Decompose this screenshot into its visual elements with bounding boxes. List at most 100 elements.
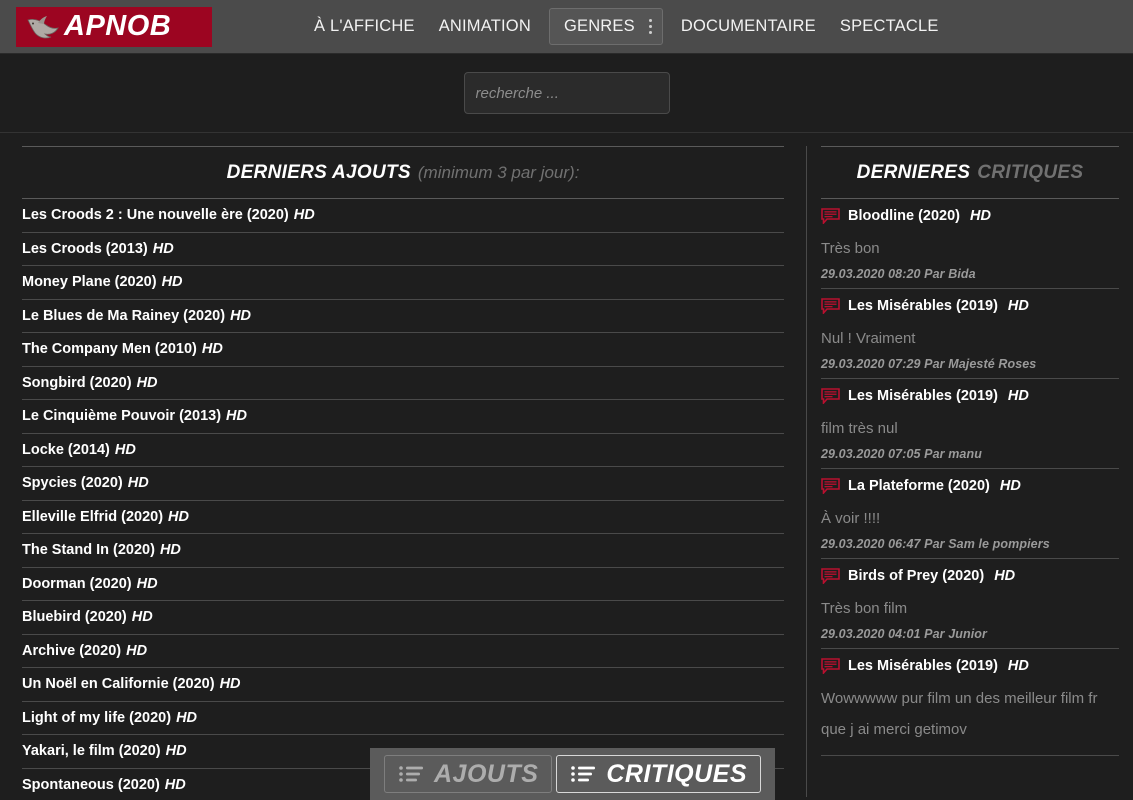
brand-logo[interactable]: APNOB bbox=[16, 6, 212, 47]
review-meta-text: 29.03.2020 07:29 Par Majesté Roses bbox=[821, 357, 1037, 371]
review-list-item[interactable]: Les Misérables (2019) HD Nul ! Vraiment 29.… bbox=[821, 289, 1119, 379]
comment-bubble-icon bbox=[821, 478, 840, 494]
review-meta-text: 29.03.2020 04:01 Par Junior bbox=[821, 627, 987, 641]
quality-badge: HD bbox=[201, 341, 223, 358]
search-bar-region bbox=[0, 54, 1133, 133]
comment-bubble-icon bbox=[821, 568, 840, 584]
quality-badge: HD bbox=[1007, 658, 1029, 674]
movie-title: Un Noël en Californie (2020) bbox=[22, 676, 215, 693]
button-label: CRITIQUES bbox=[606, 759, 747, 788]
movie-title: Spontaneous (2020) bbox=[22, 776, 160, 793]
quality-badge: HD bbox=[165, 743, 187, 760]
movie-list-item[interactable]: Le Cinquième Pouvoir (2013) HD bbox=[22, 400, 784, 434]
panel-title: DERNIERS AJOUTS bbox=[226, 161, 411, 183]
movie-list-item[interactable]: Les Croods (2013) HD bbox=[22, 233, 784, 266]
movie-list-item[interactable]: The Company Men (2010) HD bbox=[22, 333, 784, 367]
movie-list-item[interactable]: Un Noël en Californie (2020) HD bbox=[22, 668, 784, 702]
bulleted-list-icon bbox=[399, 766, 423, 782]
panel-subtitle: (minimum 3 par jour): bbox=[417, 162, 580, 182]
movie-list-item[interactable]: Doorman (2020) HD bbox=[22, 568, 784, 601]
quality-badge: HD bbox=[970, 208, 991, 224]
main-menu: À L'AFFICHE ANIMATION GENRES DOCUMENTAIR… bbox=[302, 0, 951, 53]
quality-badge: HD bbox=[168, 508, 189, 525]
movie-list-item[interactable]: Money Plane (2020) HD bbox=[22, 266, 784, 300]
dolphin-icon bbox=[27, 15, 59, 38]
quality-badge: HD bbox=[126, 642, 148, 659]
quality-badge: HD bbox=[293, 207, 315, 224]
comment-bubble-icon bbox=[821, 388, 840, 404]
movie-title: Le Cinquième Pouvoir (2013) bbox=[22, 408, 222, 425]
review-movie-title: Les Misérables (2019) bbox=[848, 298, 998, 314]
quality-badge: HD bbox=[159, 542, 181, 559]
quality-badge: HD bbox=[152, 240, 174, 257]
quality-badge: HD bbox=[127, 475, 149, 492]
movie-title: Songbird (2020) bbox=[22, 374, 132, 391]
review-movie-title: Les Misérables (2019) bbox=[848, 388, 998, 404]
latest-additions-header: DERNIERS AJOUTS (minimum 3 par jour): bbox=[22, 146, 784, 199]
review-title-row: Les Misérables (2019) HD bbox=[821, 298, 1119, 314]
review-title-row: Les Misérables (2019) HD bbox=[821, 388, 1119, 404]
latest-additions-panel: DERNIERS AJOUTS (minimum 3 par jour): Le… bbox=[0, 146, 806, 799]
movie-list-item[interactable]: Les Croods 2 : Une nouvelle ère (2020) HD bbox=[22, 199, 784, 233]
movie-title: Les Croods 2 : Une nouvelle ère (2020) bbox=[22, 207, 289, 224]
movie-title: Archive (2020) bbox=[22, 642, 122, 659]
movie-list-item[interactable]: Elleville Elfrid (2020) HD bbox=[22, 501, 784, 534]
critiques-toggle-button[interactable]: CRITIQUES bbox=[556, 755, 761, 793]
review-list-item[interactable]: Bloodline (2020) HD Très bon 29.03.2020 08:… bbox=[821, 199, 1119, 289]
nav-label: ANIMATION bbox=[438, 17, 531, 36]
movie-list-item[interactable]: Archive (2020) HD bbox=[22, 635, 784, 668]
review-movie-title: La Plateforme (2020) bbox=[848, 478, 990, 494]
quality-badge: HD bbox=[1007, 298, 1029, 314]
review-body-text: Wowwwww pur film un des meilleur film fr… bbox=[821, 690, 1098, 738]
quality-badge: HD bbox=[176, 709, 198, 726]
movie-list-item[interactable]: Songbird (2020) HD bbox=[22, 367, 784, 400]
movie-list-item[interactable]: Light of my life (2020) HD bbox=[22, 702, 784, 735]
quality-badge: HD bbox=[161, 274, 183, 291]
panel-subtitle: CRITIQUES bbox=[977, 161, 1084, 183]
review-title-row: Les Misérables (2019) HD bbox=[821, 658, 1119, 674]
review-meta-text: 29.03.2020 07:05 Par manu bbox=[821, 447, 982, 461]
nav-item-a-laffiche[interactable]: À L'AFFICHE bbox=[302, 18, 427, 35]
nav-label: À L'AFFICHE bbox=[314, 17, 415, 36]
movie-title: Light of my life (2020) bbox=[22, 709, 172, 726]
movie-list-item[interactable]: Spycies (2020) HD bbox=[22, 467, 784, 501]
kebab-menu-icon[interactable] bbox=[648, 19, 652, 34]
movie-title: Locke (2014) bbox=[22, 441, 110, 458]
review-body-text: Très bon bbox=[821, 240, 880, 257]
review-title-row: Bloodline (2020) HD bbox=[821, 208, 1119, 224]
quality-badge: HD bbox=[136, 575, 158, 592]
nav-item-spectacle[interactable]: SPECTACLE bbox=[828, 18, 951, 35]
movie-list-item[interactable]: Locke (2014) HD bbox=[22, 434, 784, 467]
ajouts-toggle-button[interactable]: AJOUTS bbox=[384, 755, 553, 793]
movie-list-item[interactable]: Le Blues de Ma Rainey (2020) HD bbox=[22, 300, 784, 333]
brand-name: APNOB bbox=[64, 10, 172, 42]
panel-title: DERNIERES bbox=[856, 161, 971, 183]
main-content: DERNIERS AJOUTS (minimum 3 par jour): Le… bbox=[0, 133, 1133, 799]
nav-item-animation[interactable]: ANIMATION bbox=[427, 18, 543, 35]
quality-badge: HD bbox=[999, 478, 1021, 494]
movie-list-item[interactable]: The Stand In (2020) HD bbox=[22, 534, 784, 568]
quality-badge: HD bbox=[1007, 388, 1029, 404]
review-list-item[interactable]: Les Misérables (2019) HD Wowwwww pur film … bbox=[821, 649, 1119, 756]
latest-reviews-header: DERNIERES CRITIQUES bbox=[821, 146, 1119, 199]
nav-item-genres[interactable]: GENRES bbox=[548, 8, 663, 45]
review-movie-title: Birds of Prey (2020) bbox=[848, 568, 985, 584]
review-list-item[interactable]: La Plateforme (2020) HD À voir !!!! 29.03.2… bbox=[821, 469, 1119, 559]
button-label: AJOUTS bbox=[433, 759, 539, 788]
quality-badge: HD bbox=[994, 568, 1016, 584]
review-list-item[interactable]: Les Misérables (2019) HD film très nul 29.0… bbox=[821, 379, 1119, 469]
review-body-text: Nul ! Vraiment bbox=[821, 330, 916, 347]
movie-list-item[interactable]: Bluebird (2020) HD bbox=[22, 601, 784, 635]
comment-bubble-icon bbox=[821, 208, 840, 224]
quality-badge: HD bbox=[164, 776, 186, 793]
top-navigation-bar: APNOB À L'AFFICHE ANIMATION GENRES DOCUM… bbox=[0, 0, 1133, 54]
search-input[interactable] bbox=[463, 72, 670, 114]
floating-toggle-bar: AJOUTS CRITIQUES bbox=[370, 748, 775, 800]
bulleted-list-icon bbox=[571, 766, 596, 782]
quality-badge: HD bbox=[226, 408, 247, 425]
review-list-item[interactable]: Birds of Prey (2020) HD Très bon film 29.03… bbox=[821, 559, 1119, 649]
review-title-row: La Plateforme (2020) HD bbox=[821, 478, 1119, 494]
nav-item-documentaire[interactable]: DOCUMENTAIRE bbox=[669, 18, 828, 35]
latest-reviews-panel: DERNIERES CRITIQUES Bloodline (2020) HD Tr… bbox=[807, 146, 1133, 799]
review-title-row: Birds of Prey (2020) HD bbox=[821, 568, 1119, 584]
